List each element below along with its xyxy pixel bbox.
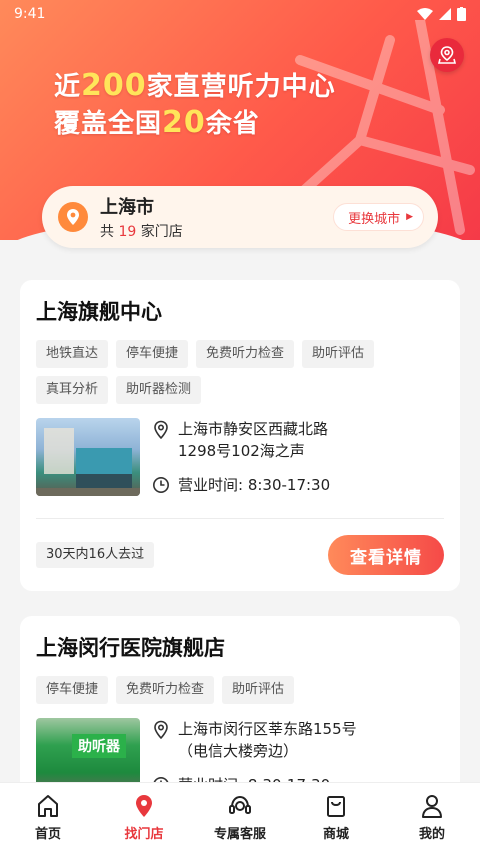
nav-item-shop[interactable]: 商城 xyxy=(288,783,384,852)
store-tag: 助听器检测 xyxy=(116,376,202,404)
change-city-button[interactable]: 更换城市 ▶ xyxy=(333,203,424,231)
nav-item-customer-service[interactable]: 专属客服 xyxy=(192,783,288,852)
store-tag: 助听评估 xyxy=(302,340,375,368)
bottom-navigation: 首页 找门店 专属客服 商城 我的 xyxy=(0,782,480,852)
store-tag: 地铁直达 xyxy=(36,340,109,368)
location-icon xyxy=(154,420,168,440)
headset-icon xyxy=(229,795,251,814)
caret-right-icon: ▶ xyxy=(406,212,413,222)
map-pin-icon xyxy=(437,46,457,64)
location-icon xyxy=(154,720,168,740)
battery-icon xyxy=(457,7,466,21)
store-card[interactable]: 上海旗舰中心 地铁直达 停车便捷 免费听力检查 助听评估 真耳分析 助听器检测 xyxy=(20,280,460,591)
store-count-highlight: 200 xyxy=(81,68,147,103)
view-details-button[interactable]: 查看详情 xyxy=(328,535,444,575)
store-hours: 营业时间: 8:30-17:30 xyxy=(152,474,444,496)
store-tag: 真耳分析 xyxy=(36,376,109,404)
clock-icon xyxy=(153,477,169,493)
nav-item-find-store[interactable]: 找门店 xyxy=(96,783,192,852)
province-count-highlight: 20 xyxy=(162,105,206,140)
store-tag: 免费听力检查 xyxy=(116,676,215,704)
map-locate-button[interactable] xyxy=(430,38,464,72)
store-tag: 停车便捷 xyxy=(36,676,109,704)
store-photo[interactable] xyxy=(36,418,140,496)
store-tags: 停车便捷 免费听力检查 助听评估 xyxy=(36,676,444,704)
location-pin-icon xyxy=(58,202,88,232)
store-count: 共 19 家门店 xyxy=(100,224,183,240)
nav-item-profile[interactable]: 我的 xyxy=(384,783,480,852)
store-address: 上海市闵行区莘东路155号 （电信大楼旁边） xyxy=(152,718,444,762)
location-pin-icon xyxy=(136,795,152,817)
visit-count-badge: 30天内16人去过 xyxy=(36,542,155,568)
store-tag: 助听评估 xyxy=(222,676,295,704)
status-bar: 9:41 xyxy=(0,0,480,28)
user-icon xyxy=(422,795,442,818)
shopping-bag-icon xyxy=(327,796,345,817)
store-address: 上海市静安区西藏北路 1298号102海之声 xyxy=(152,418,444,462)
city-selector-card: 上海市 共 19 家门店 更换城市 ▶ xyxy=(42,186,438,248)
store-tags: 地铁直达 停车便捷 免费听力检查 助听评估 真耳分析 助听器检测 xyxy=(36,340,444,404)
store-title: 上海旗舰中心 xyxy=(36,300,162,324)
nav-item-home[interactable]: 首页 xyxy=(0,783,96,852)
store-tag: 停车便捷 xyxy=(116,340,189,368)
hero-title: 近200家直营听力中心 覆盖全国20余省 xyxy=(54,68,336,140)
store-title: 上海闵行医院旗舰店 xyxy=(36,636,225,660)
store-sign: 助听器 xyxy=(72,734,126,758)
city-name: 上海市 xyxy=(100,197,154,218)
store-tag: 免费听力检查 xyxy=(196,340,295,368)
wifi-icon xyxy=(417,8,433,20)
signal-icon xyxy=(439,8,451,20)
status-time: 9:41 xyxy=(14,6,46,22)
home-icon xyxy=(38,795,58,817)
